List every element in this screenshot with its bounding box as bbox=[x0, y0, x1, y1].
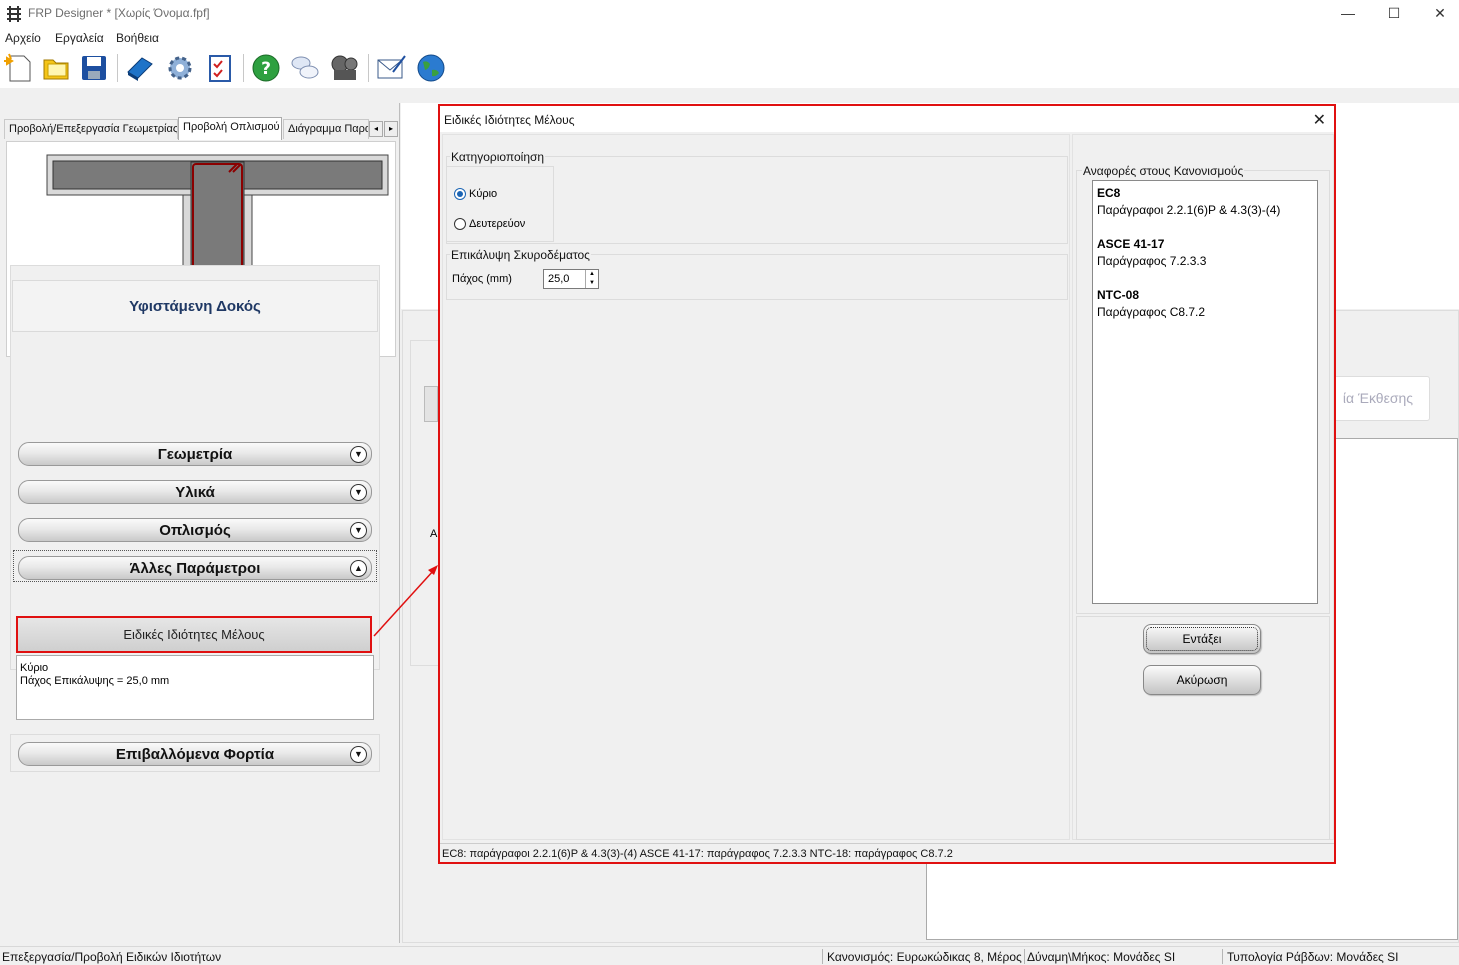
references-list: EC8 Παράγραφοι 2.2.1(6)P & 4.3(3)-(4) AS… bbox=[1092, 180, 1318, 604]
tab-diagram[interactable]: Διάγραμμα Παρα bbox=[283, 119, 369, 139]
close-icon: ✕ bbox=[1312, 112, 1326, 129]
tab-reinforcement-view[interactable]: Προβολή Οπλισμού bbox=[178, 117, 282, 140]
ref-text-ntc: Παράγραφος C8.7.2 bbox=[1097, 305, 1206, 319]
status-units-force: Δύναμη\Μήκος: Μονάδες SI bbox=[1027, 950, 1176, 964]
radio-secondary[interactable] bbox=[454, 218, 466, 230]
help-icon[interactable]: ? bbox=[250, 52, 282, 84]
section-materials-button[interactable]: Υλικά ▼ bbox=[18, 480, 372, 504]
ref-code-ntc: NTC-08 bbox=[1097, 288, 1140, 302]
beam-title: Υφιστάμενη Δοκός bbox=[12, 280, 378, 332]
thickness-spinner[interactable]: 25,0 ▲ ▼ bbox=[543, 269, 599, 289]
status-bar: Επεξεργασία/Προβολή Ειδικών Ιδιοτήτων Κα… bbox=[0, 946, 1459, 965]
annotation-arrow bbox=[373, 565, 438, 637]
email-icon[interactable] bbox=[375, 52, 407, 84]
spin-down-icon[interactable]: ▼ bbox=[585, 279, 598, 288]
section-geometry-button[interactable]: Γεωμετρία ▼ bbox=[18, 442, 372, 466]
dialog-status-text: EC8: παράγραφοι 2.2.1(6)P & 4.3(3)-(4) A… bbox=[442, 848, 953, 860]
section-label: Υλικά bbox=[175, 484, 215, 501]
ref-text-asce: Παράγραφος 7.2.3.3 bbox=[1097, 254, 1207, 268]
radio-primary-label[interactable]: Κύριο bbox=[469, 188, 497, 200]
references-label: Αναφορές στους Κανονισμούς bbox=[1082, 164, 1245, 178]
film-reel-icon[interactable] bbox=[329, 52, 361, 84]
special-properties-button[interactable]: Ειδικές Ιδιότητες Μέλους bbox=[16, 616, 372, 653]
status-code: Κανονισμός: Ευρωκώδικας 8, Μέρος 3 bbox=[827, 950, 1023, 964]
dialog-title-bar: Ειδικές Ιδιότητες Μέλους ✕ bbox=[440, 106, 1334, 132]
toolbar-separator bbox=[243, 54, 244, 82]
chevron-up-icon: ▲ bbox=[350, 560, 367, 577]
chevron-down-icon: ▼ bbox=[350, 746, 367, 763]
close-icon: ✕ bbox=[1434, 5, 1446, 21]
window-title: FRP Designer * [Χωρίς Όνομα.fpf] bbox=[28, 6, 210, 20]
app-logo-icon bbox=[7, 6, 21, 22]
classification-label: Κατηγοριοποίηση bbox=[450, 150, 546, 164]
spin-up-icon[interactable]: ▲ bbox=[585, 270, 598, 279]
new-file-icon[interactable] bbox=[3, 52, 35, 84]
tab-scroll-right[interactable]: ▸ bbox=[384, 121, 398, 137]
close-window-button[interactable]: ✕ bbox=[1417, 0, 1459, 28]
open-folder-icon[interactable] bbox=[40, 52, 72, 84]
tab-geometry[interactable]: Προβολή/Επεξεργασία Γεωμετρίας bbox=[4, 119, 178, 139]
radio-secondary-label[interactable]: Δευτερεύον bbox=[469, 218, 525, 230]
section-label: Γεωμετρία bbox=[157, 446, 233, 463]
cancel-button[interactable]: Ακύρωση bbox=[1143, 665, 1261, 695]
chevron-right-icon: ▸ bbox=[388, 124, 393, 133]
ref-code-asce: ASCE 41-17 bbox=[1097, 237, 1165, 251]
ok-button[interactable]: Εντάξει bbox=[1143, 624, 1261, 654]
book-icon[interactable] bbox=[124, 52, 156, 84]
chevron-left-icon: ◂ bbox=[373, 124, 378, 133]
dialog-title: Ειδικές Ιδιότητες Μέλους bbox=[444, 113, 575, 127]
menu-tools[interactable]: Εργαλεία bbox=[55, 31, 104, 45]
settings-gear-icon[interactable] bbox=[164, 52, 196, 84]
summary-cover: Πάχος Επικάλυψης = 25,0 mm bbox=[20, 675, 170, 687]
background-label: Α bbox=[430, 528, 438, 540]
section-other-parameters-button[interactable]: Άλλες Παράμετροι ▲ bbox=[18, 556, 372, 580]
chat-icon[interactable] bbox=[289, 52, 321, 84]
menu-help[interactable]: Βοήθεια bbox=[116, 31, 159, 45]
background-button[interactable] bbox=[424, 386, 438, 422]
properties-summary: Κύριο Πάχος Επικάλυψης = 25,0 mm bbox=[16, 655, 374, 720]
dialog-close-button[interactable]: ✕ bbox=[1313, 110, 1326, 130]
dialog-status-divider bbox=[440, 843, 1334, 844]
section-label: Άλλες Παράμετροι bbox=[129, 560, 261, 577]
chevron-down-icon: ▼ bbox=[350, 484, 367, 501]
tab-scroll-left[interactable]: ◂ bbox=[369, 121, 383, 137]
chevron-down-icon: ▼ bbox=[350, 446, 367, 463]
toolbar-separator bbox=[368, 54, 369, 82]
thickness-value: 25,0 bbox=[548, 273, 570, 285]
maximize-icon: ☐ bbox=[1387, 5, 1401, 21]
radio-primary[interactable] bbox=[454, 188, 466, 200]
chevron-down-icon: ▼ bbox=[350, 522, 367, 539]
ref-code-ec8: EC8 bbox=[1097, 186, 1121, 200]
section-label: Οπλισμός bbox=[159, 522, 231, 539]
status-units-bars: Τυπολογία Ράβδων: Μονάδες SI bbox=[1227, 950, 1399, 964]
minimize-icon: — bbox=[1341, 5, 1355, 21]
menu-file[interactable]: Αρχείο bbox=[5, 31, 41, 45]
section-loads-button[interactable]: Επιβαλλόμενα Φορτία ▼ bbox=[18, 742, 372, 766]
svg-text:?: ? bbox=[261, 59, 271, 79]
save-icon[interactable] bbox=[78, 52, 110, 84]
minimize-button[interactable]: — bbox=[1325, 0, 1371, 28]
maximize-button[interactable]: ☐ bbox=[1371, 0, 1417, 28]
classification-options bbox=[446, 166, 554, 242]
checklist-icon[interactable] bbox=[204, 52, 236, 84]
section-label: Επιβαλλόμενα Φορτία bbox=[115, 746, 275, 763]
section-reinforcement-button[interactable]: Οπλισμός ▼ bbox=[18, 518, 372, 542]
ref-text-ec8: Παράγραφοι 2.2.1(6)P & 4.3(3)-(4) bbox=[1097, 203, 1281, 217]
thickness-label: Πάχος (mm) bbox=[452, 273, 512, 285]
status-action: Επεξεργασία/Προβολή Ειδικών Ιδιοτήτων bbox=[2, 950, 222, 964]
special-properties-dialog: Ειδικές Ιδιότητες Μέλους ✕ Κατηγοριοποίη… bbox=[438, 104, 1336, 864]
summary-classification: Κύριο bbox=[20, 662, 49, 674]
globe-icon[interactable] bbox=[415, 52, 447, 84]
title-bar: FRP Designer * [Χωρίς Όνομα.fpf] — ☐ ✕ bbox=[0, 0, 1459, 28]
toolbar-separator bbox=[117, 54, 118, 82]
concrete-cover-label: Επικάλυψη Σκυροδέματος bbox=[450, 248, 591, 262]
toolbar: ? bbox=[0, 48, 1459, 88]
menu-bar: Αρχείο Εργαλεία Βοήθεια bbox=[0, 28, 1459, 48]
